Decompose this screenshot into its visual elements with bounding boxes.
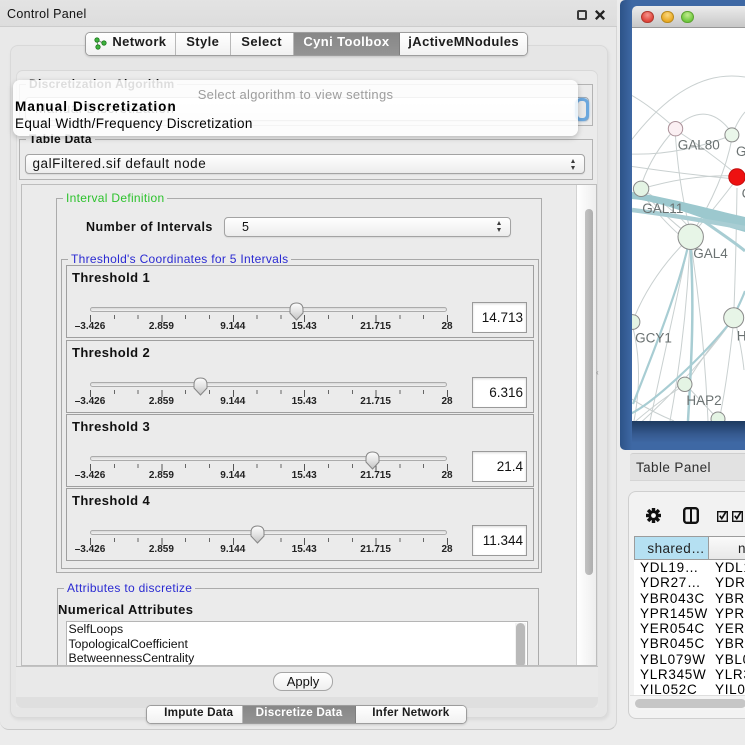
svg-text:HAP2: HAP2 <box>686 393 721 408</box>
svg-text:GAL80: GAL80 <box>678 138 720 153</box>
svg-text:GA: GA <box>736 144 745 159</box>
svg-text:GAL4: GAL4 <box>693 246 728 261</box>
svg-text:H: H <box>737 328 745 343</box>
svg-text:GCY1: GCY1 <box>635 330 672 345</box>
svg-text:C: C <box>742 186 745 201</box>
svg-text:GAL11: GAL11 <box>642 201 683 216</box>
